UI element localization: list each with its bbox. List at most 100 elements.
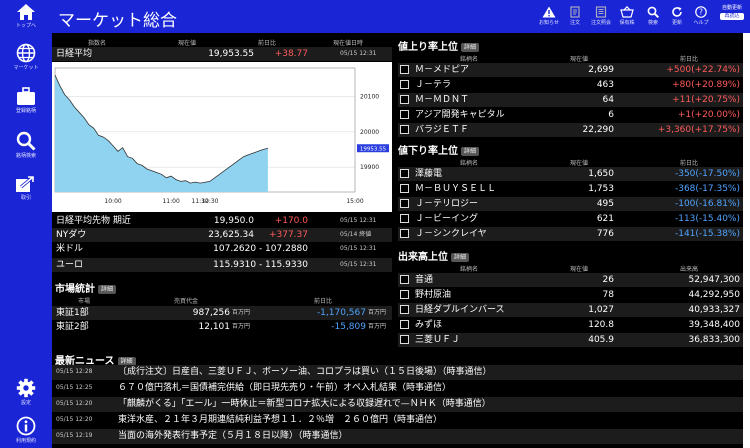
sidebar-item-market[interactable]: マーケット <box>0 43 52 71</box>
market-stats-title-text: 市場統計 <box>55 284 95 295</box>
stock-name: Ｊ－テラ <box>415 80 452 90</box>
sidebar-item-settings[interactable]: 設定 <box>0 378 52 406</box>
checkbox[interactable] <box>400 125 409 134</box>
stats-unit: 百万円 <box>368 323 387 330</box>
losers-header-price: 現在値 <box>570 160 589 167</box>
market-stats-detail-button[interactable]: 詳細 <box>98 284 117 294</box>
order-button[interactable]: 注文 <box>564 6 586 26</box>
index-price: 23,625.34 <box>208 230 254 240</box>
stock-name: 音通 <box>415 275 434 285</box>
checkbox[interactable] <box>400 184 409 193</box>
help-icon: ? <box>695 6 707 18</box>
news-headline: 当面の海外発表行事予定（５月１８日以降）（時事通信） <box>118 431 348 441</box>
stats-market: 東証2部 <box>56 322 89 332</box>
sidebar-item-search[interactable]: 銘柄検索 <box>0 131 52 159</box>
checkbox[interactable] <box>400 80 409 89</box>
stock-price: 463 <box>596 80 614 90</box>
stock-change: -368(-17.35%) <box>674 184 740 194</box>
stats-amount: 12,101 <box>198 322 231 332</box>
volume-header-volume: 出来高 <box>680 266 699 273</box>
list-icon <box>595 6 607 18</box>
losers-title-text: 値下り率上位 <box>398 146 458 157</box>
stats-market: 東証1部 <box>56 308 89 318</box>
checkbox[interactable] <box>400 335 409 344</box>
stock-price: 120.8 <box>588 320 614 330</box>
index-price: 115.9310 - 115.9330 <box>213 260 308 270</box>
index-price: 107.2620 - 107.2880 <box>213 244 308 254</box>
refresh-icon <box>672 7 682 17</box>
x-tick-label: 15:00 <box>346 198 363 205</box>
stock-price: 1,753 <box>588 184 614 194</box>
gainers-header-price: 現在値 <box>570 56 589 63</box>
refresh-button[interactable]: 更新 <box>666 6 688 26</box>
index-header-change: 前日比 <box>258 40 277 47</box>
x-tick-label: 12:30 <box>201 198 218 205</box>
y-tick-label: 20100 <box>360 93 379 100</box>
svg-text:?: ? <box>699 8 703 17</box>
sidebar-item-register[interactable]: 登録銘柄 <box>0 87 52 114</box>
stats-unit: 百万円 <box>232 323 251 330</box>
gainers-detail-button[interactable]: 詳細 <box>461 42 480 52</box>
losers-title: 値下り率上位 詳細 <box>398 142 480 157</box>
help-label: ヘルプ <box>693 20 709 26</box>
stock-volume: 52,947,300 <box>688 275 740 285</box>
refresh-label: 更新 <box>671 20 682 26</box>
index-time: 05/15 12:31 <box>340 245 377 252</box>
help-button[interactable]: ? ヘルプ <box>690 6 712 26</box>
stock-price: 405.9 <box>588 335 614 345</box>
sidebar-label: トップへ <box>15 23 36 29</box>
auto-update-toggle[interactable]: 自動更新 再読込 <box>720 5 744 20</box>
volume-header-price: 現在値 <box>570 266 589 273</box>
portfolio-button[interactable]: 保有株 <box>616 6 638 26</box>
stock-volume: 36,833,300 <box>688 335 740 345</box>
sidebar-item-top[interactable]: トップへ <box>0 3 52 29</box>
search-icon <box>647 6 659 18</box>
nikkei-intraday-chart: 10:00 11:00 11:3012:30 15:00199002000020100… <box>52 62 392 212</box>
checkbox[interactable] <box>400 229 409 238</box>
volume-title: 出来高上位 詳細 <box>398 248 470 263</box>
index-name: 日経平均先物 期近 <box>56 216 131 226</box>
checkbox[interactable] <box>400 305 409 314</box>
checkbox[interactable] <box>400 110 409 119</box>
stock-price: 22,290 <box>582 125 615 135</box>
checkbox[interactable] <box>400 275 409 284</box>
news-time: 05/15 12:20 <box>56 400 93 407</box>
news-headline: ６７０億円落札＝国債補完供給（即日現先売り・午前）オペ入札結果（時事通信） <box>118 383 452 393</box>
stock-name: Ｊ－ビーイング <box>415 214 479 224</box>
stock-change: +3,360(+17.75%) <box>657 125 740 135</box>
index-name: NYダウ <box>56 230 87 240</box>
stock-name: 野村原油 <box>415 290 452 300</box>
notice-button[interactable]: お知らせ <box>538 6 560 26</box>
stock-price: 26 <box>602 275 614 285</box>
stock-name: 日経ダブルインバース <box>415 305 505 315</box>
checkbox[interactable] <box>400 95 409 104</box>
checkbox[interactable] <box>400 169 409 178</box>
sidebar-item-trade[interactable]: 取引 <box>0 175 52 201</box>
checkbox[interactable] <box>400 214 409 223</box>
stock-name: 三菱ＵＦＪ <box>415 335 461 345</box>
stock-price: 78 <box>602 290 614 300</box>
stock-price: 776 <box>596 229 614 239</box>
document-icon <box>570 6 580 18</box>
index-change: +38.77 <box>274 49 308 59</box>
news-time: 05/15 12:28 <box>56 368 93 375</box>
checkbox[interactable] <box>400 290 409 299</box>
checkbox[interactable] <box>400 320 409 329</box>
stock-volume: 44,292,950 <box>688 290 740 300</box>
stats-change: -15,809 <box>331 322 366 332</box>
checkbox[interactable] <box>400 65 409 74</box>
home-icon <box>17 4 35 20</box>
index-name: 日経平均 <box>56 49 93 59</box>
search-button[interactable]: 検索 <box>642 6 664 26</box>
losers-header-change: 前日比 <box>680 160 699 167</box>
index-header-price: 現在値 <box>178 40 197 47</box>
orders-button[interactable]: 注文照会 <box>590 6 612 26</box>
checkbox[interactable] <box>400 199 409 208</box>
losers-detail-button[interactable]: 詳細 <box>461 146 480 156</box>
sidebar-item-terms[interactable]: 利用規約 <box>0 416 52 444</box>
gainers-header-name: 銘柄名 <box>460 56 479 63</box>
volume-detail-button[interactable]: 詳細 <box>451 252 470 262</box>
stock-name: Ｊ－テリロジー <box>415 199 479 209</box>
stats-unit: 百万円 <box>368 309 387 316</box>
stats-header-change: 前日比 <box>314 298 333 305</box>
